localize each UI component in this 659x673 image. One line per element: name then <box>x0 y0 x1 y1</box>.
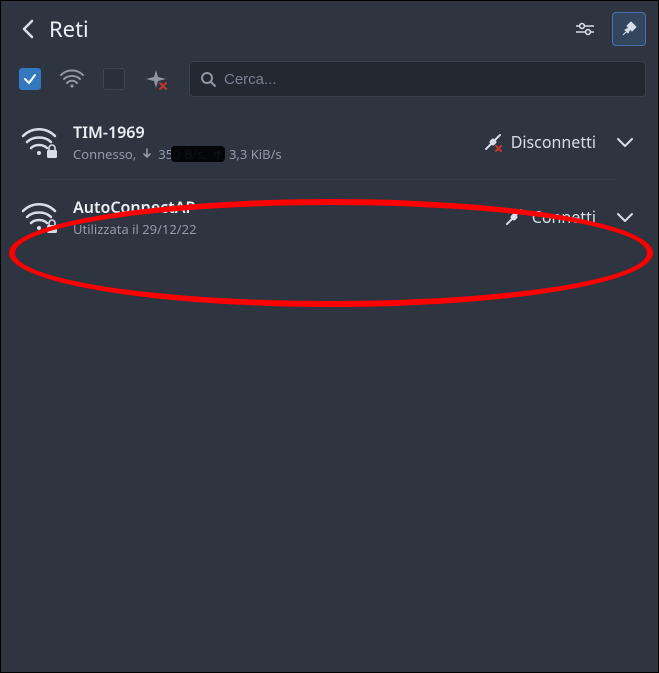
airplane-off-icon <box>143 68 169 90</box>
network-name: AutoConnectAP <box>73 196 195 218</box>
network-name: TIM-1969 <box>73 121 145 143</box>
plug-disconnect-icon <box>483 132 503 152</box>
disconnect-label: Disconnetti <box>511 131 596 153</box>
search-input[interactable] <box>224 71 635 88</box>
list-divider <box>41 179 618 180</box>
wifi-filter-toggle[interactable] <box>13 64 47 94</box>
wifi-filter-checkbox[interactable] <box>19 68 41 90</box>
network-list: TIM-1969 Connesso, 350 B/s, 3,3 KiB/s Di… <box>1 109 658 250</box>
back-button[interactable] <box>13 14 43 44</box>
connect-button[interactable]: Connetti <box>504 206 596 228</box>
network-row[interactable]: TIM-1969 Connesso, 350 B/s, 3,3 KiB/s Di… <box>1 109 658 175</box>
wifi-secure-icon <box>19 197 59 237</box>
expand-button[interactable] <box>610 202 640 232</box>
airplane-filter-icon-wrap[interactable] <box>139 64 173 94</box>
download-icon <box>142 148 152 160</box>
airplane-filter-toggle[interactable] <box>97 64 131 94</box>
wifi-icon <box>59 68 85 90</box>
search-field-wrap[interactable] <box>189 61 646 97</box>
expand-button[interactable] <box>610 127 640 157</box>
disconnect-button[interactable]: Disconnetti <box>483 131 596 153</box>
chevron-down-icon <box>616 136 634 148</box>
search-icon <box>200 71 216 87</box>
connect-label: Connetti <box>532 206 596 228</box>
pin-icon <box>620 20 638 38</box>
wifi-filter-icon-wrap[interactable] <box>55 64 89 94</box>
plug-connect-icon <box>504 207 524 227</box>
network-up-rate: 3,3 KiB/s <box>229 145 282 163</box>
settings-sliders-button[interactable] <box>568 12 602 46</box>
network-status: Connesso, <box>73 145 136 163</box>
wifi-secure-icon <box>19 122 59 162</box>
redaction-mask <box>171 146 225 162</box>
check-icon <box>23 72 37 86</box>
chevron-down-icon <box>616 211 634 223</box>
network-status: Utilizzata il 29/12/22 <box>73 220 197 238</box>
airplane-filter-checkbox[interactable] <box>103 68 125 90</box>
chevron-left-icon <box>21 19 35 39</box>
network-row[interactable]: AutoConnectAP Utilizzata il 29/12/22 Con… <box>1 184 658 250</box>
page-title: Reti <box>49 14 568 44</box>
pin-button[interactable] <box>612 12 646 46</box>
sliders-icon <box>575 22 595 36</box>
